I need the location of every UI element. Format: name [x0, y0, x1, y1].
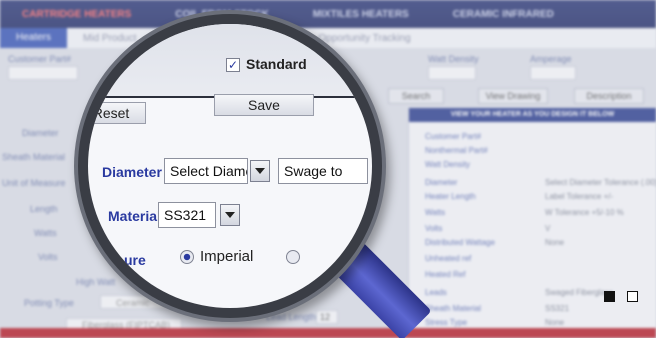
subnav-heaters[interactable]: Heaters: [0, 28, 68, 48]
preview-row-label: Distributed Wattage: [425, 238, 495, 247]
diameter-select[interactable]: Select Diameter: [164, 158, 248, 184]
standard-label: Standard: [246, 56, 307, 72]
preview-row-value: W Tolerance +5/-10 %: [545, 208, 624, 217]
material-select[interactable]: SS321: [158, 202, 216, 228]
material-label: Material: [108, 208, 161, 224]
diameter-dropdown-arrow[interactable]: [250, 160, 270, 182]
preview-row-label: Sheath Material: [425, 304, 482, 313]
unit-of-measure-label-bg: Unit of Measure: [2, 178, 66, 188]
heater-preview-panel: VIEW YOUR HEATER AS YOU DESIGN IT BELOW …: [408, 108, 656, 338]
preview-row-label: Watts: [425, 208, 446, 217]
preview-row-label: Nonthermal Part#: [425, 146, 488, 155]
metric-radio[interactable]: [286, 250, 300, 264]
slide-indicator[interactable]: [627, 291, 638, 302]
preview-row-label: Customer Part#: [425, 132, 482, 141]
description-button[interactable]: Description: [574, 88, 644, 104]
watt-density-label: Watt Density: [428, 54, 479, 64]
imperial-label: Imperial: [200, 248, 254, 265]
amperage-field[interactable]: [530, 66, 576, 80]
preview-row-label: Diameter: [425, 178, 458, 187]
customer-part-label: Customer Part#: [8, 54, 72, 64]
lead-length-value: 12: [320, 312, 331, 322]
preview-row-value: Select Diameter Tolerance (.00): [545, 178, 656, 187]
bottom-accent-bar: [0, 328, 656, 338]
reset-button[interactable]: Reset: [88, 102, 146, 124]
preview-row-value: None: [545, 318, 565, 327]
preview-panel-header: VIEW YOUR HEATER AS YOU DESIGN IT BELOW: [409, 108, 656, 122]
preview-row-label: Leads: [425, 288, 447, 297]
tab-mixtiles-heaters[interactable]: MIXTILES HEATERS: [291, 9, 431, 20]
swage-select[interactable]: Swage to: [278, 158, 368, 184]
customer-part-field[interactable]: [8, 66, 78, 80]
amperage-label: Amperage: [530, 54, 572, 64]
preview-row-label: Unheated ref: [425, 254, 472, 263]
preview-row-label: Heated Ref: [425, 270, 466, 279]
watt-density-field[interactable]: [428, 66, 476, 80]
preview-row-value: Label Tolerance +/-: [545, 192, 614, 201]
preview-row-value: Swaged Fiberglass: [545, 288, 614, 297]
preview-row-value: None: [545, 238, 565, 247]
watts-label-bg: Watts: [34, 228, 57, 238]
imperial-radio[interactable]: [180, 250, 194, 264]
preview-row-label: Heater Length: [425, 192, 476, 201]
sheath-material-label-bg: Sheath Material: [2, 152, 66, 162]
diameter-label: Diameter: [102, 164, 162, 180]
view-drawing-button[interactable]: View Drawing: [478, 88, 548, 104]
preview-row-label: Volts: [425, 224, 443, 233]
measure-label: ure: [124, 252, 146, 268]
magnifier-lens: ✓ Standard Reset Save Diameter Select Di…: [88, 24, 372, 308]
save-button[interactable]: Save: [214, 94, 314, 116]
tab-cartridge-heaters[interactable]: CARTRIDGE HEATERS: [0, 9, 153, 20]
hero-banner: CARTRIDGE HEATERS COIL FROM STOCK MIXTIL…: [0, 0, 656, 338]
standard-checkbox[interactable]: ✓: [226, 58, 240, 72]
volts-label-bg: Volts: [38, 252, 58, 262]
preview-row-value: V: [545, 224, 551, 233]
chevron-down-icon: [225, 212, 235, 218]
preview-row-label: Watt Density: [425, 160, 471, 169]
chevron-down-icon: [255, 168, 265, 174]
potting-type-label-bg: Potting Type: [24, 298, 74, 308]
diameter-label-bg: Diameter: [22, 128, 59, 138]
preview-row-value: SS321: [545, 304, 570, 313]
length-label-bg: Length: [30, 204, 58, 214]
slide-indicator-active[interactable]: [604, 291, 615, 302]
lead-length-label: Lead Length: [266, 312, 317, 322]
material-dropdown-arrow[interactable]: [220, 204, 240, 226]
tab-coil-from-stock[interactable]: COIL FROM STOCK: [153, 9, 291, 20]
tab-ceramic-infrared[interactable]: CERAMIC INFRARED: [431, 9, 576, 20]
preview-row-label: Stress Type: [425, 318, 468, 327]
search-button[interactable]: Search: [388, 88, 444, 104]
